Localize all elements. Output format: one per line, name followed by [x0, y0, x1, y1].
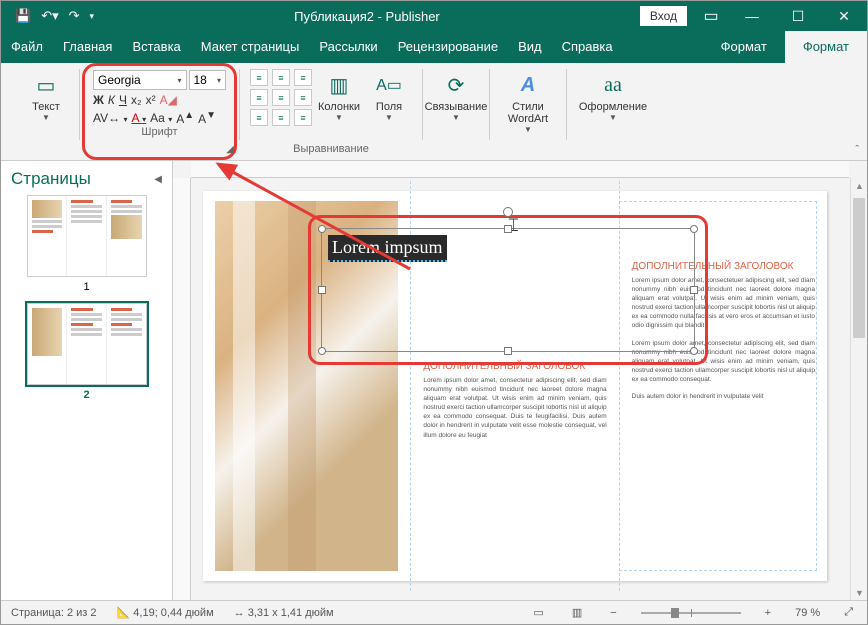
align-ml[interactable]: ≡ — [250, 89, 268, 106]
canvas-area[interactable]: ДОПОЛНИТЕЛЬНЫЙ ЗАГОЛОВОК Lorem ipsum dol… — [173, 161, 867, 601]
zoom-out-button[interactable]: − — [606, 605, 620, 621]
tab-ctx-format-2[interactable]: Формат — [785, 31, 867, 63]
resize-handle[interactable] — [690, 225, 698, 233]
resize-handle[interactable] — [318, 225, 326, 233]
status-position: 4,19; 0,44 дюйм — [133, 607, 213, 619]
alignment-buttons: ≡≡≡ ≡≡≡ ≡≡≡ — [250, 69, 312, 126]
align-tl[interactable]: ≡ — [250, 69, 268, 86]
margins-icon: A▭ — [375, 71, 403, 99]
align-mr[interactable]: ≡ — [294, 89, 312, 106]
login-button[interactable]: Вход — [640, 6, 687, 26]
pages-panel-title: Страницы — [11, 169, 91, 189]
annotation-highlight-textbox: ⌶ Lorem impsum — [308, 215, 708, 365]
align-mc[interactable]: ≡ — [272, 89, 290, 106]
underline-button[interactable]: Ч — [119, 93, 127, 107]
resize-handle[interactable] — [318, 286, 326, 294]
collapse-ribbon-icon[interactable]: ˆ — [855, 144, 859, 156]
align-tr[interactable]: ≡ — [294, 69, 312, 86]
zoom-level[interactable]: 79 % — [795, 607, 820, 619]
zoom-slider[interactable] — [641, 612, 741, 614]
close-button[interactable]: ✕ — [821, 8, 867, 25]
align-br[interactable]: ≡ — [294, 109, 312, 126]
status-page[interactable]: Страница: 2 из 2 — [11, 607, 97, 619]
scrollbar-thumb[interactable] — [853, 198, 865, 338]
tab-home[interactable]: Главная — [53, 31, 122, 63]
redo-icon[interactable]: ↷ — [69, 8, 80, 24]
ruler-vertical[interactable] — [173, 178, 191, 601]
save-icon[interactable]: 💾 — [15, 8, 31, 24]
char-spacing-button[interactable]: AV↔ ▾ — [93, 111, 127, 125]
wordart-button[interactable]: A Стили WordArt▼ — [500, 67, 556, 138]
textbox-content[interactable]: Lorem impsum — [328, 235, 447, 262]
status-size: 3,31 x 1,41 дюйм — [248, 607, 334, 619]
quick-access-toolbar: 💾 ↶▾ ↷ ▾ — [1, 8, 94, 24]
undo-icon[interactable]: ↶▾ — [41, 8, 58, 24]
ruler-horizontal[interactable] — [191, 161, 849, 178]
tab-review[interactable]: Рецензирование — [388, 31, 508, 63]
typography-button[interactable]: аа Оформление▼ — [577, 67, 649, 126]
titlebar: 💾 ↶▾ ↷ ▾ Публикация2 - Publisher Вход ▭ … — [1, 1, 867, 31]
ribbon: ▭ Текст ▼ Georgia▾ 18▾ Ж К Ч x₂ x² A◢ AV… — [1, 63, 867, 161]
link-button[interactable]: ⟳ Связывание▼ — [433, 67, 479, 126]
statusbar: Страница: 2 из 2 📐 4,19; 0,44 дюйм ↔ 3,3… — [1, 600, 867, 624]
zoom-fit-icon[interactable]: ⤢ — [840, 604, 857, 621]
resize-handle[interactable] — [318, 347, 326, 355]
resize-handle[interactable] — [690, 347, 698, 355]
tab-help[interactable]: Справка — [552, 31, 623, 63]
italic-button[interactable]: К — [108, 93, 115, 107]
pages-panel: Страницы ◀ 1 2 — [1, 161, 173, 601]
body-text-4: Duis autem dolor in hendrerit in vulputa… — [632, 392, 815, 401]
tab-mailings[interactable]: Рассылки — [309, 31, 387, 63]
vertical-scrollbar[interactable]: ▲ ▼ — [850, 178, 867, 601]
shrink-font-icon[interactable]: A▼ — [198, 110, 216, 126]
window-title: Публикация2 - Publisher — [94, 9, 640, 24]
margins-button[interactable]: A▭ Поля▼ — [366, 67, 412, 126]
align-bl[interactable]: ≡ — [250, 109, 268, 126]
superscript-button[interactable]: x² — [146, 93, 156, 107]
body-text-1: Lorem ipsum dolor amet, consectetur adip… — [423, 376, 606, 440]
wordart-icon: A — [514, 71, 542, 99]
page-canvas[interactable]: ДОПОЛНИТЕЛЬНЫЙ ЗАГОЛОВОК Lorem ipsum dol… — [203, 191, 827, 581]
tab-view[interactable]: Вид — [508, 31, 552, 63]
columns-button[interactable]: ▥ Колонки▼ — [316, 67, 362, 126]
scroll-up-icon[interactable]: ▲ — [855, 181, 864, 191]
grow-font-icon[interactable]: A▲ — [176, 110, 194, 126]
align-bc[interactable]: ≡ — [272, 109, 290, 126]
ribbon-options-icon[interactable]: ▭ — [693, 6, 729, 26]
view-spread-icon[interactable]: ▥ — [568, 604, 586, 621]
font-dialog-launcher[interactable]: ◢ — [226, 144, 234, 155]
page-thumbnail-2[interactable] — [27, 303, 147, 385]
tab-pagelayout[interactable]: Макет страницы — [191, 31, 310, 63]
collapse-panel-icon[interactable]: ◀ — [154, 174, 162, 185]
minimize-button[interactable]: — — [729, 8, 775, 24]
font-color-button[interactable]: A ▾ — [131, 111, 146, 125]
resize-handle[interactable] — [690, 286, 698, 294]
tab-ctx-format-1[interactable]: Формат — [703, 31, 785, 63]
resize-handle[interactable] — [504, 225, 512, 233]
zoom-in-button[interactable]: + — [761, 605, 775, 621]
change-case-button[interactable]: Aa ▾ — [150, 111, 172, 125]
textbox-selection[interactable]: ⌶ Lorem impsum — [321, 228, 695, 352]
tab-file[interactable]: Файл — [1, 31, 53, 63]
view-single-icon[interactable]: ▭ — [529, 604, 547, 621]
font-size-combo[interactable]: 18▾ — [189, 70, 227, 90]
scroll-down-icon[interactable]: ▼ — [855, 588, 864, 598]
bold-button[interactable]: Ж — [93, 93, 104, 107]
clear-format-icon[interactable]: A◢ — [160, 93, 177, 107]
link-icon: ⟳ — [442, 71, 470, 99]
font-name-combo[interactable]: Georgia▾ — [93, 70, 187, 90]
workspace: Страницы ◀ 1 2 — [1, 161, 867, 601]
maximize-button[interactable]: ☐ — [775, 8, 821, 25]
align-tc[interactable]: ≡ — [272, 69, 290, 86]
tab-insert[interactable]: Вставка — [122, 31, 190, 63]
subscript-button[interactable]: x₂ — [131, 93, 142, 107]
text-button[interactable]: ▭ Текст ▼ — [23, 67, 69, 126]
textbox-icon: ▭ — [32, 71, 60, 99]
columns-icon: ▥ — [325, 71, 353, 99]
page-thumbnail-1[interactable] — [27, 195, 147, 277]
resize-handle[interactable] — [504, 347, 512, 355]
typography-icon: аа — [599, 71, 627, 99]
ribbon-tabs: Файл Главная Вставка Макет страницы Расс… — [1, 31, 867, 63]
font-group: Georgia▾ 18▾ Ж К Ч x₂ x² A◢ AV↔ ▾ A ▾ Aa… — [82, 63, 237, 160]
